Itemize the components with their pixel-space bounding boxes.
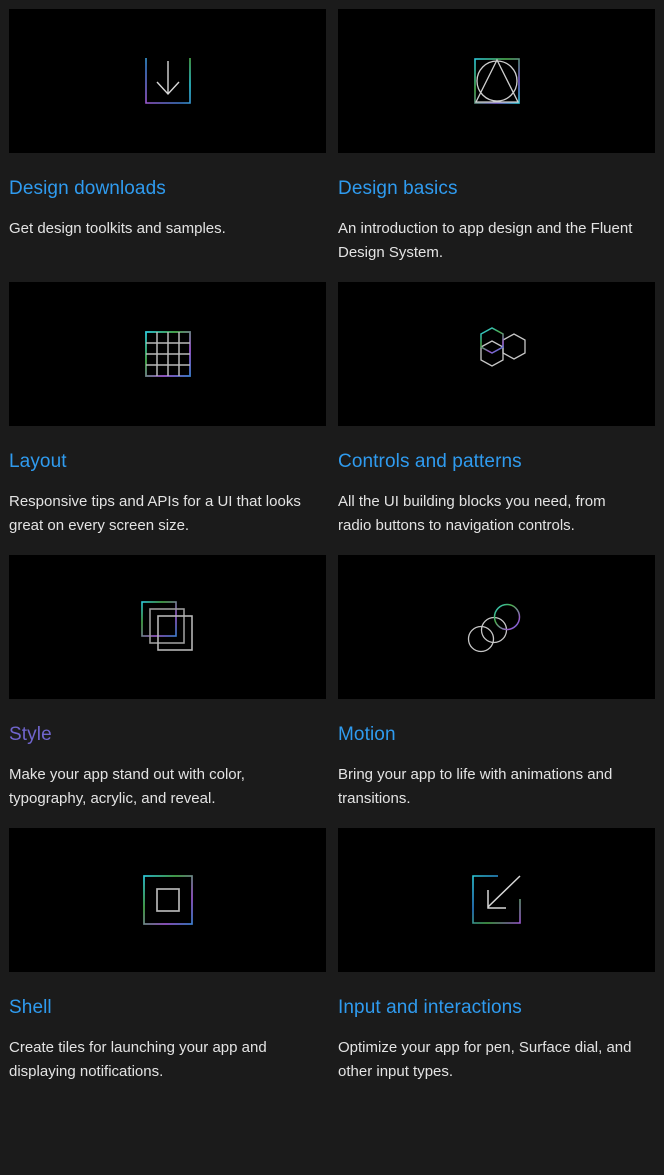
card-title-link[interactable]: Input and interactions	[338, 996, 655, 1020]
card-description: An introduction to app design and the Fl…	[338, 220, 633, 261]
card-title-link[interactable]: Motion	[338, 723, 655, 747]
row-spacer	[9, 538, 326, 555]
card-thumbnail[interactable]	[9, 282, 326, 426]
overlapping-circles-icon	[467, 599, 527, 655]
row-spacer	[338, 811, 655, 828]
card-thumbnail[interactable]	[338, 282, 655, 426]
card-title-link[interactable]: Design downloads	[9, 177, 326, 201]
card-controls-and-patterns[interactable]: Controls and patterns All the UI buildin…	[338, 282, 655, 538]
stacked-squares-icon	[138, 598, 198, 656]
card-description: All the UI building blocks you need, fro…	[338, 493, 606, 534]
card-title-link[interactable]: Controls and patterns	[338, 450, 655, 474]
arrow-into-corner-icon	[468, 871, 526, 929]
card-title-link[interactable]: Design basics	[338, 177, 655, 201]
card-shell[interactable]: Shell Create tiles for launching your ap…	[9, 828, 326, 1084]
card-title-link[interactable]: Shell	[9, 996, 326, 1020]
grid-icon	[140, 326, 196, 382]
hexagons-icon	[467, 326, 527, 382]
card-description: Create tiles for launching your app and …	[9, 1039, 267, 1080]
row-spacer	[9, 811, 326, 828]
card-style[interactable]: Style Make your app stand out with color…	[9, 555, 326, 811]
download-arrow-in-box-icon	[140, 53, 196, 109]
card-design-basics[interactable]: Design basics An introduction to app des…	[338, 9, 655, 265]
circle-triangle-square-icon	[469, 53, 525, 109]
card-thumbnail[interactable]	[9, 828, 326, 972]
card-description: Make your app stand out with color, typo…	[9, 766, 245, 807]
row-spacer	[338, 265, 655, 282]
card-thumbnail[interactable]	[9, 9, 326, 153]
card-description: Get design toolkits and samples.	[9, 220, 226, 237]
card-thumbnail[interactable]	[338, 9, 655, 153]
square-in-square-icon	[140, 872, 196, 928]
card-design-downloads[interactable]: Design downloads Get design toolkits and…	[9, 9, 326, 265]
row-spacer	[338, 538, 655, 555]
design-topics-grid: Design downloads Get design toolkits and…	[0, 0, 664, 1084]
card-input-and-interactions[interactable]: Input and interactions Optimize your app…	[338, 828, 655, 1084]
card-description: Bring your app to life with animations a…	[338, 766, 613, 807]
card-layout[interactable]: Layout Responsive tips and APIs for a UI…	[9, 282, 326, 538]
card-title-link[interactable]: Layout	[9, 450, 326, 474]
card-description: Optimize your app for pen, Surface dial,…	[338, 1039, 632, 1080]
card-thumbnail[interactable]	[338, 828, 655, 972]
card-thumbnail[interactable]	[338, 555, 655, 699]
card-title-link[interactable]: Style	[9, 723, 326, 747]
card-thumbnail[interactable]	[9, 555, 326, 699]
row-spacer	[9, 265, 326, 282]
card-motion[interactable]: Motion Bring your app to life with anima…	[338, 555, 655, 811]
card-description: Responsive tips and APIs for a UI that l…	[9, 493, 301, 534]
